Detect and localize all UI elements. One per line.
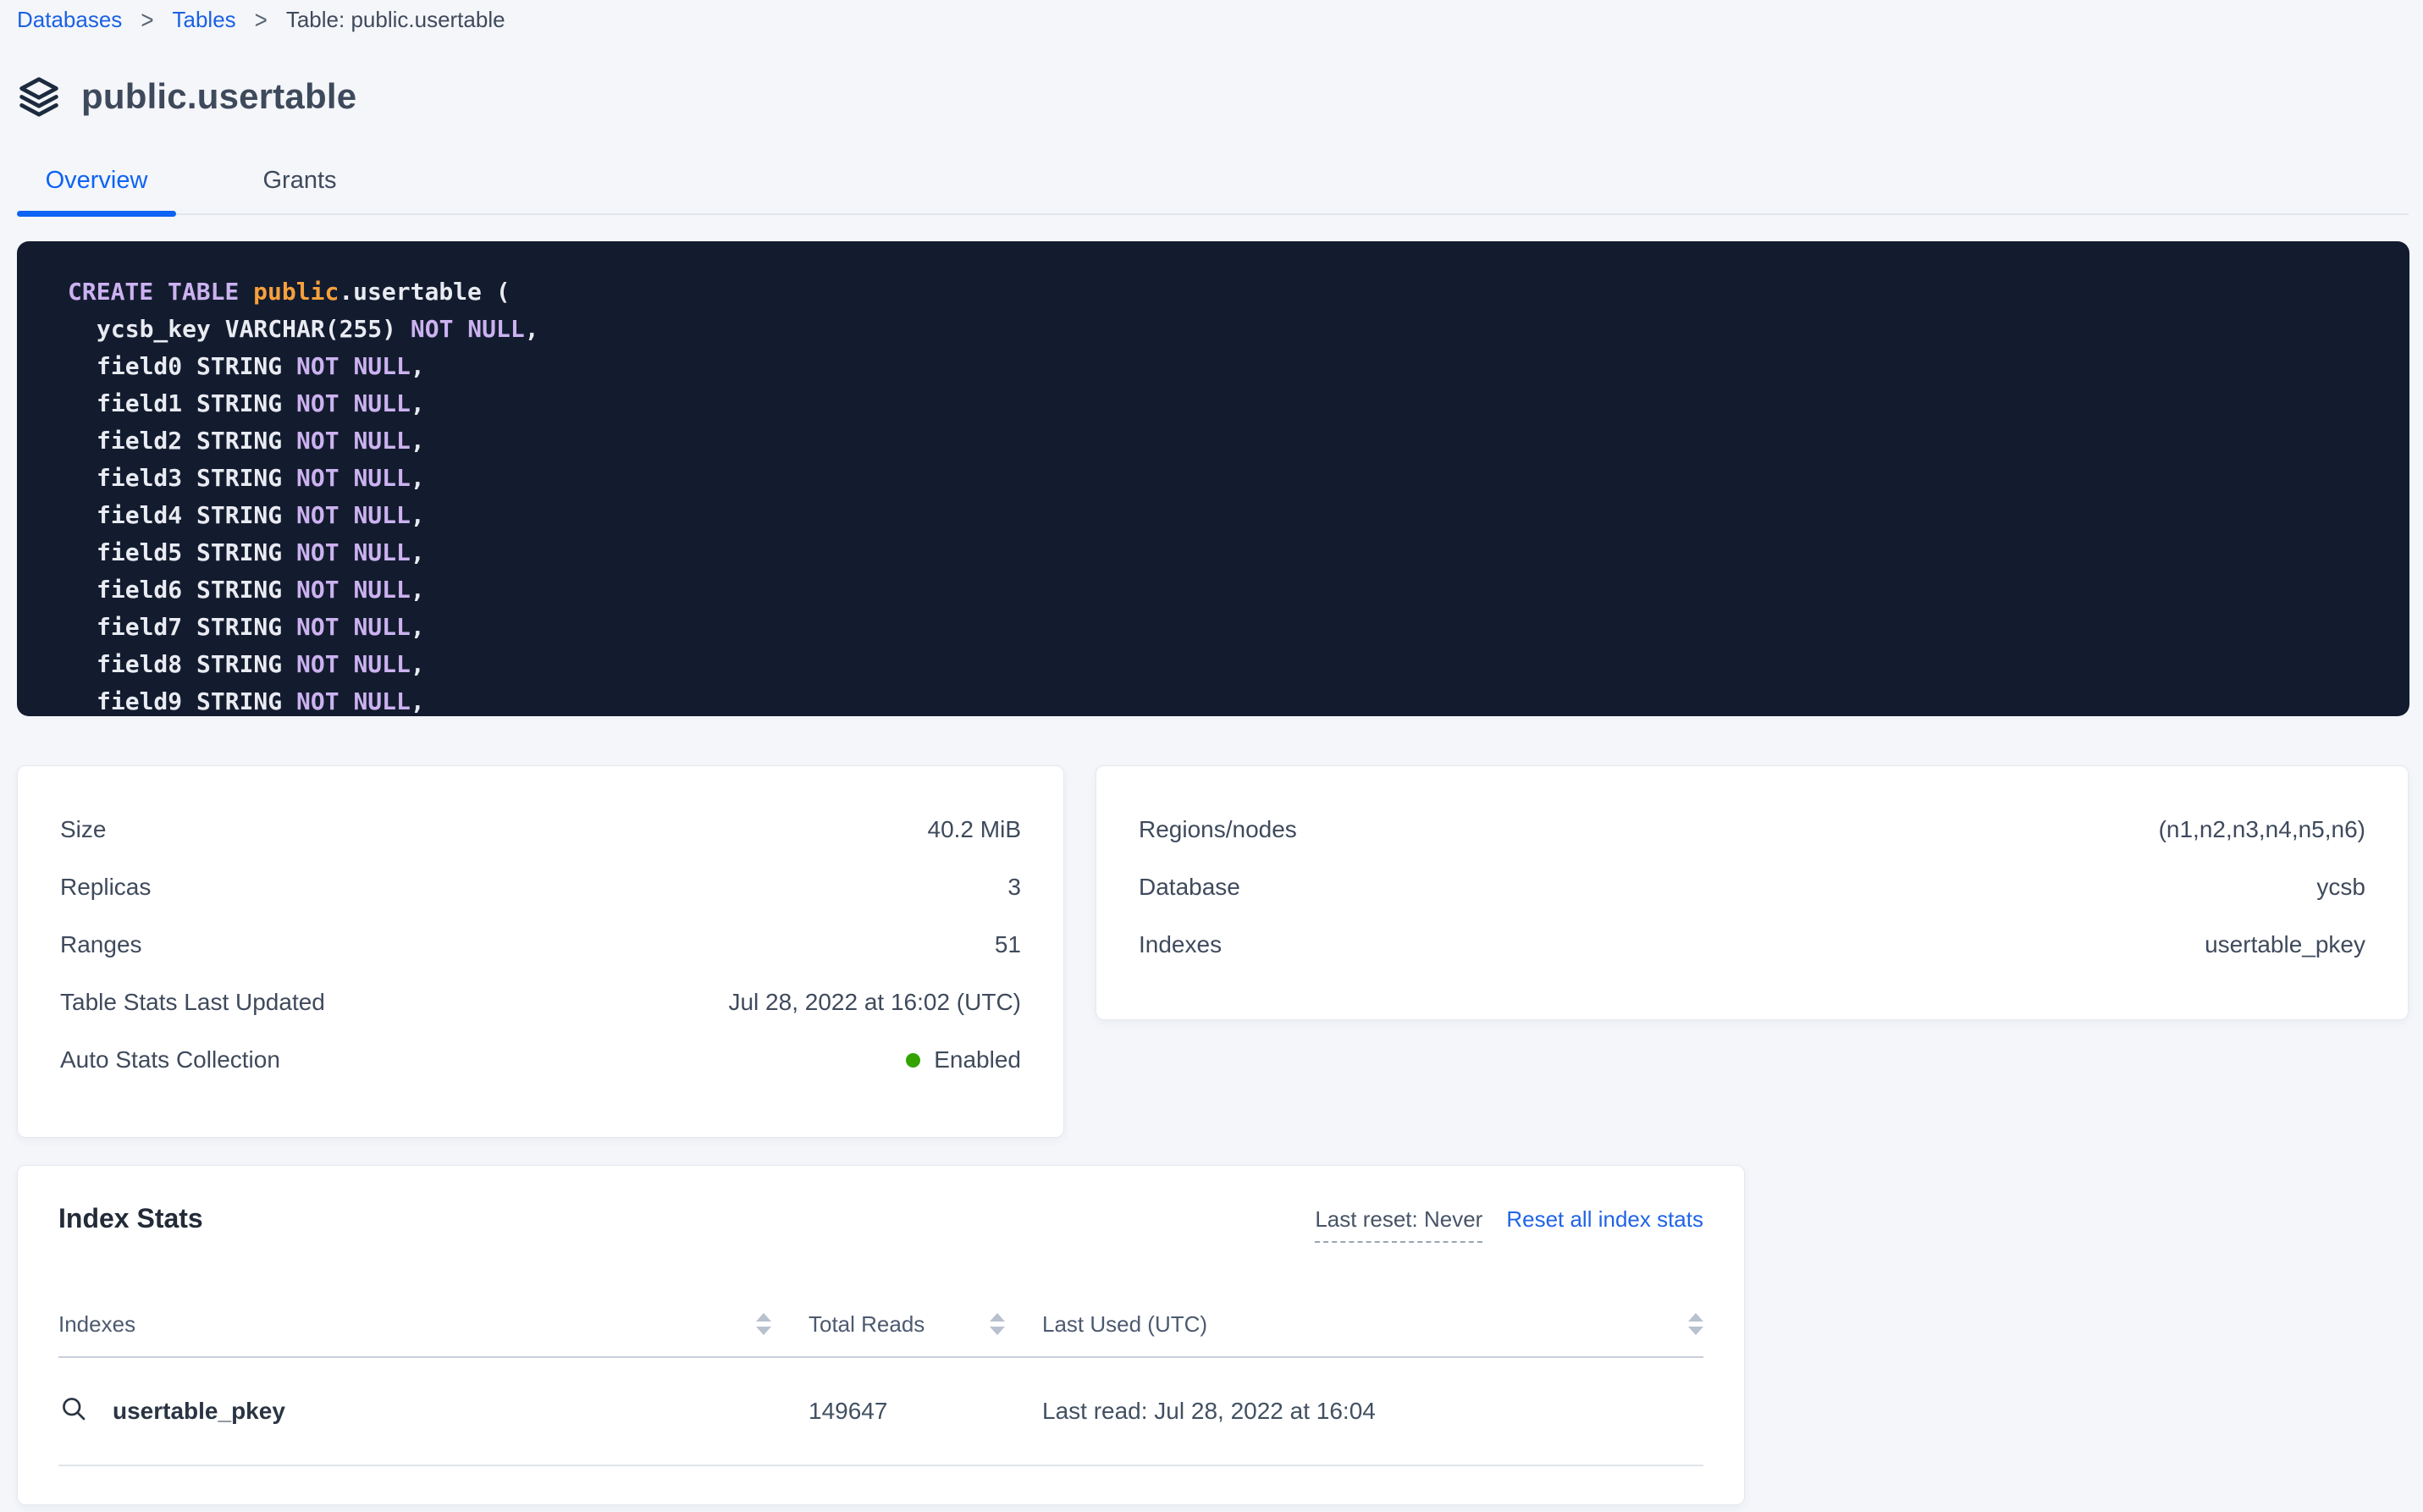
- sql-code-line: field1 STRING NOT NULL,: [68, 385, 2376, 422]
- chevron-right-icon: >: [141, 5, 153, 36]
- total-reads-value: 149647: [809, 1398, 1005, 1425]
- stat-label: Size: [60, 816, 106, 843]
- layers-stack-icon: [17, 74, 61, 119]
- sql-code-line: field2 STRING NOT NULL,: [68, 422, 2376, 460]
- tab-overview[interactable]: Overview: [17, 167, 176, 213]
- stat-label: Database: [1139, 874, 1240, 901]
- index-stats-header: Index Stats Last reset: Never Reset all …: [58, 1203, 1703, 1243]
- status-text: Enabled: [934, 1046, 1021, 1073]
- stat-label: Replicas: [60, 874, 151, 901]
- tab-bar: Overview Grants: [17, 154, 2409, 215]
- breadcrumb: Databases > Tables > Table: public.usert…: [17, 7, 505, 33]
- stat-value: (n1,n2,n3,n4,n5,n6): [2159, 816, 2365, 843]
- index-table-row: usertable_pkey 149647 Last read: Jul 28,…: [58, 1358, 1703, 1466]
- breadcrumb-current: Table: public.usertable: [286, 7, 505, 33]
- stat-value: 51: [995, 931, 1021, 958]
- index-stats-title: Index Stats: [58, 1203, 203, 1234]
- tab-grants[interactable]: Grants: [261, 167, 339, 213]
- stat-value: ycsb: [2316, 874, 2365, 901]
- sql-code-line: field4 STRING NOT NULL,: [68, 497, 2376, 534]
- chevron-right-icon: >: [255, 5, 268, 36]
- stat-value: 40.2 MiB: [928, 816, 1022, 843]
- sql-code-line: field7 STRING NOT NULL,: [68, 609, 2376, 646]
- index-table-header: Indexes Total Reads Last Used (UTC): [58, 1292, 1703, 1358]
- index-stats-controls: Last reset: Never Reset all index stats: [1315, 1206, 1703, 1243]
- sql-code-line: CREATE TABLE public.usertable (: [68, 273, 2376, 311]
- stat-row-regions-nodes: Regions/nodes (n1,n2,n3,n4,n5,n6): [1139, 801, 2365, 858]
- table-meta-card: Regions/nodes (n1,n2,n3,n4,n5,n6) Databa…: [1096, 765, 2409, 1020]
- create-table-statement: CREATE TABLE public.usertable (ycsb_key …: [17, 241, 2409, 716]
- breadcrumb-link-tables[interactable]: Tables: [173, 7, 236, 33]
- page-title: public.usertable: [81, 76, 356, 117]
- status-enabled-dot-icon: [906, 1053, 920, 1068]
- stat-row-size: Size 40.2 MiB: [60, 801, 1021, 858]
- sql-code-line: field5 STRING NOT NULL,: [68, 534, 2376, 571]
- sql-code-line: field6 STRING NOT NULL,: [68, 571, 2376, 609]
- column-label: Last Used (UTC): [1042, 1311, 1207, 1338]
- sort-icon: [1688, 1313, 1703, 1335]
- stat-value: Jul 28, 2022 at 16:02 (UTC): [728, 989, 1021, 1016]
- stat-value: usertable_pkey: [2205, 931, 2365, 958]
- sql-code-line: ycsb_key VARCHAR(255) NOT NULL,: [68, 311, 2376, 348]
- sql-code-line: field9 STRING NOT NULL,: [68, 683, 2376, 716]
- index-name-link[interactable]: usertable_pkey: [58, 1393, 771, 1430]
- stat-row-ranges: Ranges 51: [60, 916, 1021, 974]
- column-label: Indexes: [58, 1311, 135, 1338]
- stat-row-stats-last-updated: Table Stats Last Updated Jul 28, 2022 at…: [60, 974, 1021, 1031]
- stat-value: 3: [1007, 874, 1021, 901]
- sql-code-line: field8 STRING NOT NULL,: [68, 646, 2376, 683]
- index-name: usertable_pkey: [113, 1398, 285, 1425]
- sql-code-line: field3 STRING NOT NULL,: [68, 460, 2376, 497]
- column-header-total-reads[interactable]: Total Reads: [809, 1311, 1005, 1338]
- table-details-page: Databases > Tables > Table: public.usert…: [0, 0, 2423, 1512]
- last-used-value: Last read: Jul 28, 2022 at 16:04: [1042, 1398, 1703, 1425]
- table-overview-card: Size 40.2 MiB Replicas 3 Ranges 51 Table…: [17, 765, 1064, 1138]
- stat-label: Auto Stats Collection: [60, 1046, 280, 1073]
- last-reset-label: Last reset: Never: [1315, 1206, 1482, 1243]
- stat-row-indexes: Indexes usertable_pkey: [1139, 916, 2365, 974]
- stat-value: Enabled: [906, 1046, 1021, 1073]
- stat-row-auto-stats: Auto Stats Collection Enabled: [60, 1031, 1021, 1089]
- stat-label: Regions/nodes: [1139, 816, 1297, 843]
- active-tab-underline: [17, 211, 176, 217]
- reset-index-stats-link[interactable]: Reset all index stats: [1506, 1206, 1703, 1233]
- column-label: Total Reads: [809, 1311, 924, 1338]
- index-stats-card: Index Stats Last reset: Never Reset all …: [17, 1165, 1745, 1505]
- search-icon: [58, 1393, 89, 1430]
- sql-code-line: field0 STRING NOT NULL,: [68, 348, 2376, 385]
- column-header-last-used[interactable]: Last Used (UTC): [1042, 1311, 1703, 1338]
- page-header: public.usertable: [17, 71, 356, 122]
- stat-row-replicas: Replicas 3: [60, 858, 1021, 916]
- tab-overview-label: Overview: [46, 167, 148, 194]
- stat-label: Indexes: [1139, 931, 1222, 958]
- tab-grants-label: Grants: [262, 167, 336, 194]
- column-header-indexes[interactable]: Indexes: [58, 1311, 771, 1338]
- stat-label: Table Stats Last Updated: [60, 989, 325, 1016]
- sort-icon: [756, 1313, 771, 1335]
- breadcrumb-link-databases[interactable]: Databases: [17, 7, 122, 33]
- stat-label: Ranges: [60, 931, 142, 958]
- stat-row-database: Database ycsb: [1139, 858, 2365, 916]
- sort-icon: [990, 1313, 1005, 1335]
